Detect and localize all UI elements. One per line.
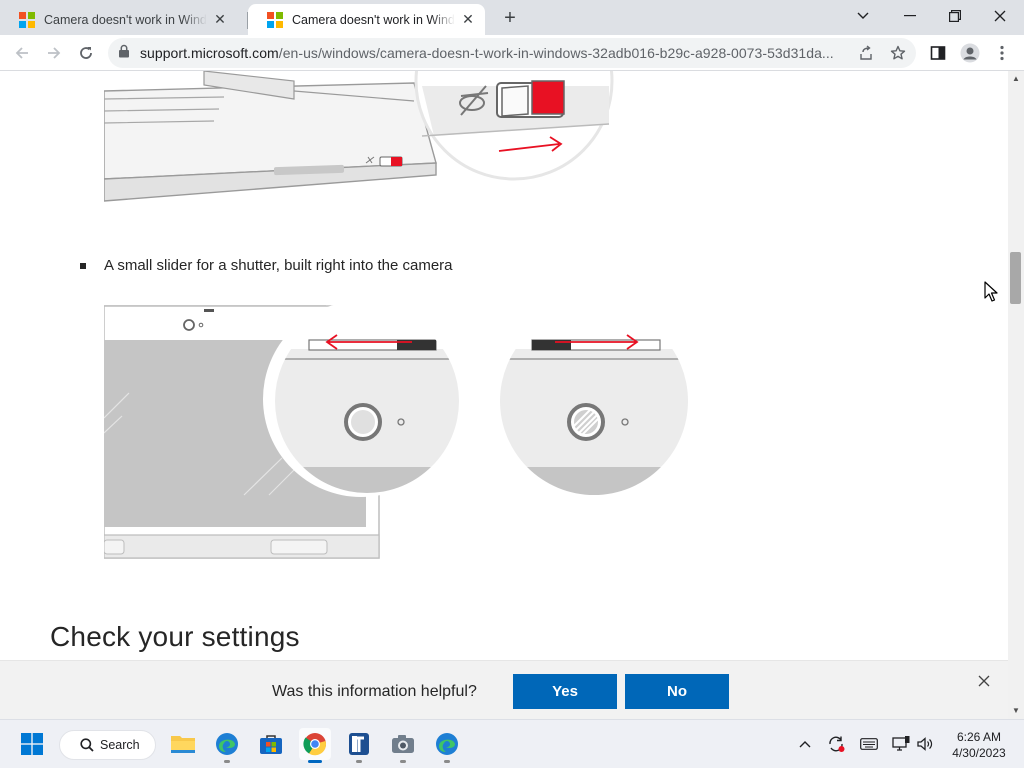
article-content: A small slider for a shutter, built righ…	[0, 71, 1008, 661]
share-icon[interactable]	[856, 43, 876, 63]
search-label: Search	[100, 738, 140, 752]
browser-toolbar: support.microsoft.com/en-us/windows/came…	[0, 35, 1024, 71]
sync-icon[interactable]	[826, 734, 846, 754]
scroll-up-arrow-icon[interactable]: ▲	[1008, 72, 1024, 86]
new-tab-button[interactable]: +	[498, 7, 522, 31]
search-icon	[80, 738, 94, 752]
chevron-up-icon[interactable]	[795, 734, 815, 754]
clock-time: 6:26 AM	[956, 730, 1002, 744]
shutter-slider-illustration	[104, 303, 688, 559]
reload-button[interactable]	[72, 39, 100, 67]
windows-taskbar: Search 6:26 AM 4/30/2023	[0, 719, 1024, 768]
list-item: A small slider for a shutter, built righ…	[80, 257, 453, 274]
edge-dev-icon[interactable]	[431, 728, 463, 763]
close-tab-icon[interactable]: ✕	[459, 11, 477, 29]
url-text[interactable]: support.microsoft.com/en-us/windows/came…	[140, 45, 842, 61]
feedback-bar: Was this information helpful? Yes No	[0, 660, 1008, 719]
tab-title: Camera doesn't work in Windows 10	[44, 12, 207, 27]
clock-date: 4/30/2023	[952, 746, 1006, 760]
tab-active[interactable]: Camera doesn't work in Windows 10 ✕	[248, 4, 485, 35]
app-icon[interactable]	[343, 728, 375, 763]
bookmark-star-icon[interactable]	[888, 43, 908, 63]
url-host: support.microsoft.com	[140, 45, 279, 61]
yes-button[interactable]: Yes	[513, 674, 617, 709]
section-heading: Check your settings	[50, 621, 300, 652]
privacy-switch-illustration	[104, 71, 624, 206]
side-panel-icon[interactable]	[924, 39, 952, 67]
url-path: /en-us/windows/camera-doesn-t-work-in-wi…	[278, 45, 834, 61]
bullet-text: A small slider for a shutter, built righ…	[104, 257, 453, 274]
bullet-marker	[80, 262, 86, 269]
chrome-icon[interactable]	[299, 728, 331, 763]
no-button[interactable]: No	[625, 674, 729, 709]
volume-icon[interactable]	[915, 734, 935, 754]
microsoft-logo-icon	[267, 11, 283, 28]
restore-button[interactable]	[941, 4, 969, 28]
scrollbar-thumb[interactable]	[1010, 252, 1021, 304]
keyboard-icon[interactable]	[859, 734, 879, 754]
network-icon[interactable]	[891, 734, 911, 754]
page-scrollbar[interactable]	[1008, 71, 1024, 719]
tab-strip: Camera doesn't work in Windows 10 ✕ Came…	[0, 0, 1024, 35]
scroll-down-arrow-icon[interactable]: ▼	[1008, 704, 1024, 718]
profile-avatar-icon[interactable]	[956, 39, 984, 67]
browser-menu-icon[interactable]	[988, 39, 1016, 67]
tab-inactive[interactable]: Camera doesn't work in Windows 10 ✕	[0, 4, 237, 35]
microsoft-logo-icon	[19, 11, 35, 28]
start-icon[interactable]	[16, 728, 48, 760]
address-bar[interactable]: support.microsoft.com/en-us/windows/came…	[108, 38, 916, 68]
minimize-button[interactable]	[896, 4, 924, 28]
taskbar-search[interactable]: Search	[59, 730, 156, 760]
close-tab-icon[interactable]: ✕	[211, 11, 229, 29]
tab-title: Camera doesn't work in Windows 10	[292, 12, 455, 27]
store-icon[interactable]	[255, 728, 287, 760]
mouse-cursor-icon	[984, 281, 998, 302]
close-icon[interactable]	[976, 673, 992, 689]
edge-icon[interactable]	[211, 728, 243, 763]
feedback-question: Was this information helpful?	[272, 683, 477, 700]
lock-icon[interactable]	[118, 44, 130, 63]
camera-icon[interactable]	[387, 728, 419, 763]
file-explorer-icon[interactable]	[167, 728, 199, 760]
taskbar-clock[interactable]: 6:26 AM 4/30/2023	[946, 729, 1012, 761]
close-window-button[interactable]	[986, 4, 1014, 28]
forward-button[interactable]	[40, 39, 68, 67]
tab-search-chevron-icon[interactable]	[849, 4, 877, 28]
back-button[interactable]	[8, 39, 36, 67]
